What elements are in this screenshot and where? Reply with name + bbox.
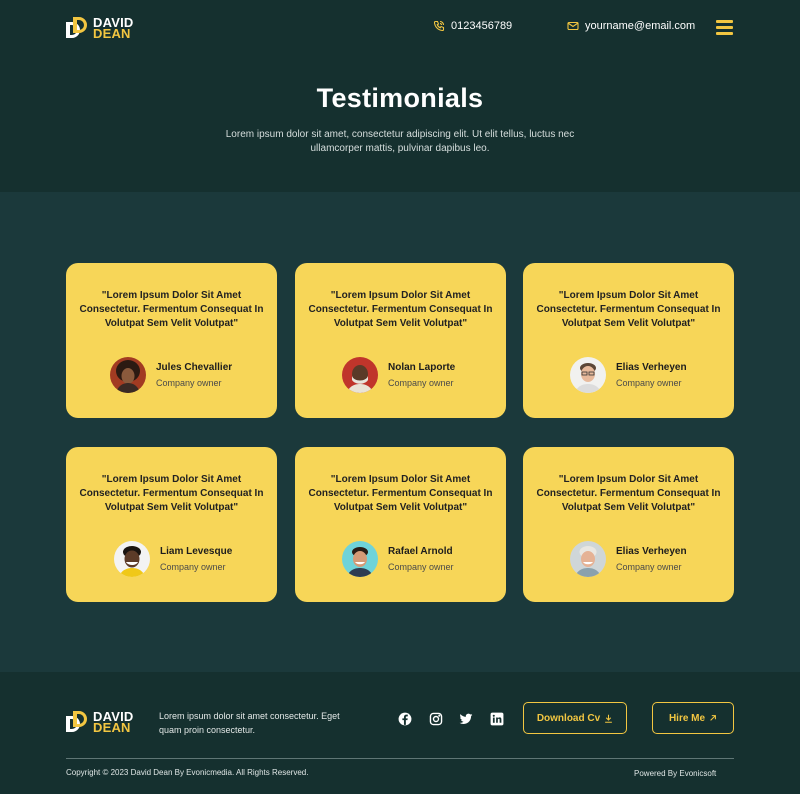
avatar	[110, 357, 146, 393]
hire-me-label: Hire Me	[668, 712, 706, 724]
linkedin-icon[interactable]	[490, 712, 504, 726]
author-name: Rafael Arnold	[388, 546, 453, 557]
facebook-icon[interactable]	[398, 712, 412, 726]
mail-icon	[567, 21, 579, 31]
download-icon	[605, 714, 613, 723]
avatar	[342, 541, 378, 577]
testimonial-card: "Lorem Ipsum Dolor Sit Amet Consectetur.…	[523, 447, 734, 602]
testimonial-author: Elias Verheyen Company owner	[570, 541, 687, 577]
testimonial-card: "Lorem Ipsum Dolor Sit Amet Consectetur.…	[66, 263, 277, 418]
testimonial-author: Liam Levesque Company owner	[114, 541, 232, 577]
arrow-up-right-icon	[710, 715, 716, 721]
logo-mark-icon	[66, 711, 90, 733]
site-footer: DAVID DEAN Lorem ipsum dolor sit amet co…	[0, 672, 800, 794]
powered-by-text: Powered By Evonicsoft	[634, 769, 717, 778]
phone-contact[interactable]: 0123456789	[433, 20, 512, 32]
testimonial-author: Nolan Laporte Company owner	[342, 357, 455, 393]
testimonial-quote: "Lorem Ipsum Dolor Sit Amet Consectetur.…	[536, 474, 721, 513]
logo-line-2: DEAN	[93, 720, 131, 735]
phone-icon	[433, 20, 445, 32]
logo[interactable]: DAVID DEAN	[66, 16, 133, 41]
avatar	[570, 541, 606, 577]
footer-logo[interactable]: DAVID DEAN	[66, 710, 133, 735]
author-role: Company owner	[616, 378, 682, 388]
testimonial-author: Rafael Arnold Company owner	[342, 541, 454, 577]
testimonial-author: Elias Verheyen Company owner	[570, 357, 687, 393]
page-title: Testimonials	[316, 83, 484, 113]
twitter-icon[interactable]	[459, 712, 473, 726]
author-name: Elias Verheyen	[616, 546, 687, 557]
footer-description: Lorem ipsum dolor sit amet consectetur. …	[159, 711, 340, 735]
hamburger-menu-icon[interactable]	[716, 20, 733, 36]
author-name: Liam Levesque	[160, 546, 233, 557]
site-header: DAVID DEAN 0123456789 yourname@email.com…	[0, 0, 800, 192]
avatar	[114, 541, 150, 577]
testimonial-quote: "Lorem Ipsum Dolor Sit Amet Consectetur.…	[536, 290, 721, 329]
testimonial-card: "Lorem Ipsum Dolor Sit Amet Consectetur.…	[523, 263, 734, 418]
footer-divider	[66, 758, 734, 759]
testimonial-card: "Lorem Ipsum Dolor Sit Amet Consectetur.…	[295, 447, 506, 602]
logo-mark-icon	[66, 17, 90, 39]
testimonial-quote: "Lorem Ipsum Dolor Sit Amet Consectetur.…	[79, 474, 264, 513]
author-role: Company owner	[616, 562, 682, 572]
download-cv-button[interactable]: Download Cv	[523, 702, 627, 734]
testimonial-card: "Lorem Ipsum Dolor Sit Amet Consectetur.…	[66, 447, 277, 602]
avatar	[342, 357, 378, 393]
author-name: Elias Verheyen	[616, 362, 687, 373]
author-role: Company owner	[388, 562, 454, 572]
testimonial-author: Jules Chevallier Company owner	[110, 357, 232, 393]
author-role: Company owner	[160, 562, 226, 572]
avatar	[570, 357, 606, 393]
author-name: Nolan Laporte	[388, 362, 456, 373]
testimonial-quote: "Lorem Ipsum Dolor Sit Amet Consectetur.…	[308, 474, 493, 513]
instagram-icon[interactable]	[429, 712, 443, 726]
testimonial-quote: "Lorem Ipsum Dolor Sit Amet Consectetur.…	[79, 290, 264, 329]
logo-line-2: DEAN	[93, 26, 131, 41]
author-name: Jules Chevallier	[156, 362, 233, 373]
hire-me-button[interactable]: Hire Me	[652, 702, 734, 734]
testimonial-quote: "Lorem Ipsum Dolor Sit Amet Consectetur.…	[308, 290, 493, 329]
phone-number: 0123456789	[451, 20, 513, 32]
download-cv-label: Download Cv	[536, 712, 601, 724]
email-address: yourname@email.com	[585, 20, 696, 32]
author-role: Company owner	[388, 378, 454, 388]
testimonial-card: "Lorem Ipsum Dolor Sit Amet Consectetur.…	[295, 263, 506, 418]
author-role: Company owner	[156, 378, 222, 388]
copyright-text: Copyright © 2023 David Dean By Evonicmed…	[66, 768, 309, 777]
page-subtitle: Lorem ipsum dolor sit amet, consectetur …	[225, 129, 575, 154]
email-contact[interactable]: yourname@email.com	[567, 20, 695, 32]
